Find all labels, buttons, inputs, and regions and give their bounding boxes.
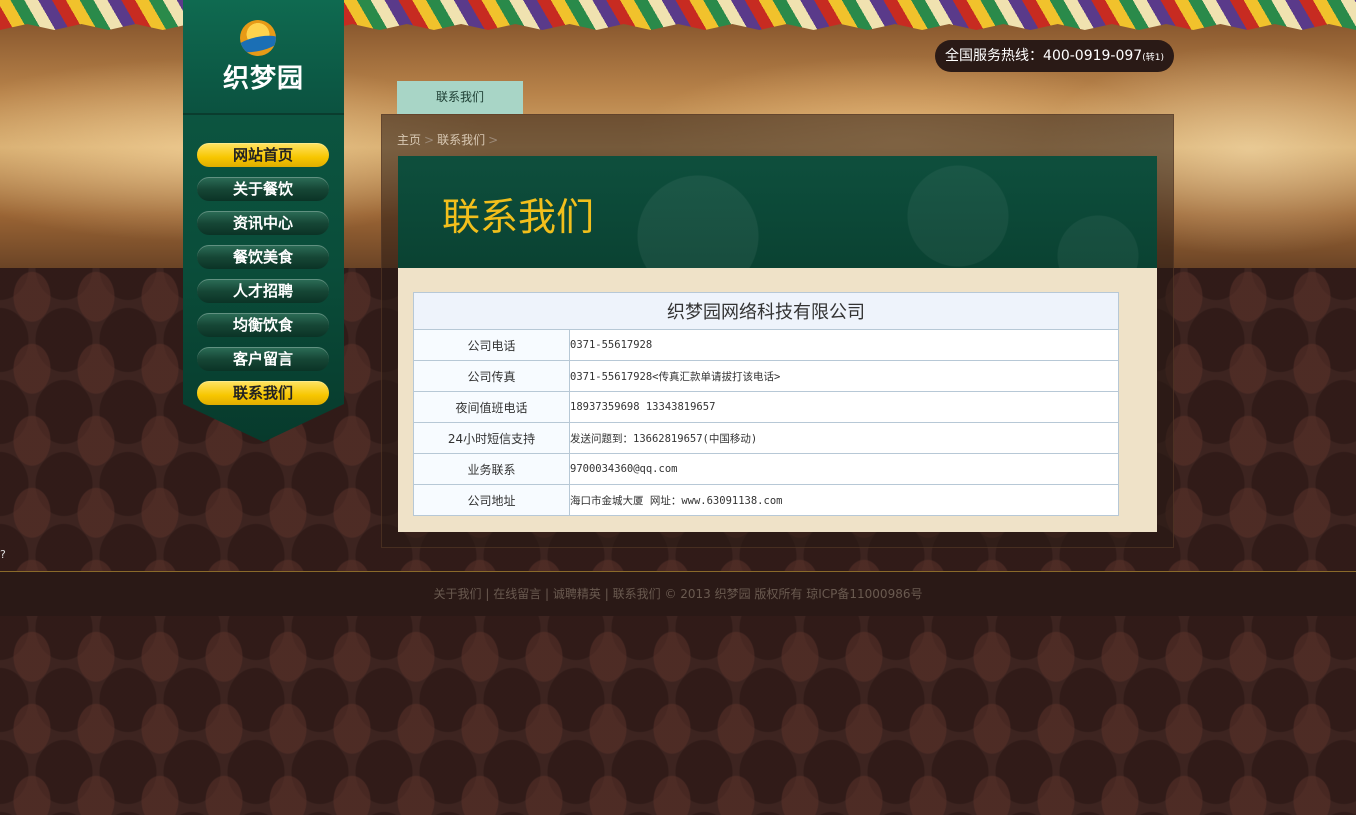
row-value: 18937359698 13343819657	[569, 391, 1119, 423]
row-label: 业务联系	[413, 453, 570, 485]
table-row: 公司传真 0371-55617928<传真汇款单请拔打该电话>	[413, 360, 1119, 392]
row-value: 0371-55617928	[569, 329, 1119, 361]
main-nav: 网站首页 关于餐饮 资讯中心 餐饮美食 人才招聘 均衡饮食 客户留言 联系我们	[197, 143, 329, 415]
nav-item-news[interactable]: 资讯中心	[197, 211, 329, 235]
nav-item-food[interactable]: 餐饮美食	[197, 245, 329, 269]
hotline-ext: (转1)	[1142, 53, 1164, 63]
breadcrumb-separator: >	[424, 133, 435, 147]
row-label: 公司传真	[413, 360, 570, 392]
table-row: 夜间值班电话 18937359698 13343819657	[413, 391, 1119, 423]
footer-link-contact[interactable]: 联系我们	[613, 587, 661, 601]
row-label: 公司电话	[413, 329, 570, 361]
nav-item-diet[interactable]: 均衡饮食	[197, 313, 329, 337]
row-label: 夜间值班电话	[413, 391, 570, 423]
page-title: 联系我们	[442, 195, 595, 239]
nav-item-jobs[interactable]: 人才招聘	[197, 279, 329, 303]
row-value: 海口市金城大厦 网址：www.63091138.com	[569, 484, 1119, 516]
row-value: 0371-55617928<传真汇款单请拔打该电话>	[569, 360, 1119, 392]
row-label: 公司地址	[413, 484, 570, 516]
breadcrumb-home[interactable]: 主页	[397, 133, 421, 147]
nav-item-home[interactable]: 网站首页	[197, 143, 329, 167]
hotline-text: 全国服务热线：400-0919-097	[945, 48, 1143, 64]
nav-item-about[interactable]: 关于餐饮	[197, 177, 329, 201]
logo[interactable]: 织梦园	[183, 0, 344, 115]
footer-link-about[interactable]: 关于我们	[434, 587, 482, 601]
stray-char: ?	[0, 548, 6, 561]
logo-icon	[240, 20, 276, 56]
breadcrumb: 主页 > 联系我们 >	[397, 131, 501, 148]
footer-link-jobs[interactable]: 诚聘精英	[553, 587, 601, 601]
row-label: 24小时短信支持	[413, 422, 570, 454]
footer-link-message[interactable]: 在线留言	[493, 587, 541, 601]
table-row: 公司地址 海口市金城大厦 网址：www.63091138.com	[413, 484, 1119, 516]
row-value[interactable]: 9700034360@qq.com	[569, 453, 1119, 485]
logo-text: 织梦园	[222, 64, 304, 94]
hotline-badge: 全国服务热线：400-0919-097(转1)	[935, 40, 1174, 72]
page-banner: 联系我们	[398, 156, 1157, 268]
breadcrumb-current[interactable]: 联系我们	[437, 133, 485, 147]
table-row: 24小时短信支持 发送问题到：13662819657(中国移动)	[413, 422, 1119, 454]
tab-contact[interactable]: 联系我们	[397, 81, 523, 114]
breadcrumb-separator: >	[488, 133, 499, 147]
copyright: © 2013 织梦园 版权所有 琼ICP备11000986号	[664, 587, 923, 601]
nav-item-guestbook[interactable]: 客户留言	[197, 347, 329, 371]
table-row: 业务联系 9700034360@qq.com	[413, 453, 1119, 485]
row-value: 发送问题到：13662819657(中国移动)	[569, 422, 1119, 454]
company-name: 织梦园网络科技有限公司	[413, 292, 1119, 330]
footer: 关于我们 | 在线留言 | 诚聘精英 | 联系我们 © 2013 织梦园 版权所…	[0, 571, 1356, 616]
table-row: 公司电话 0371-55617928	[413, 329, 1119, 361]
contact-table: 织梦园网络科技有限公司 公司电话 0371-55617928 公司传真 0371…	[413, 292, 1119, 516]
nav-item-contact[interactable]: 联系我们	[197, 381, 329, 405]
